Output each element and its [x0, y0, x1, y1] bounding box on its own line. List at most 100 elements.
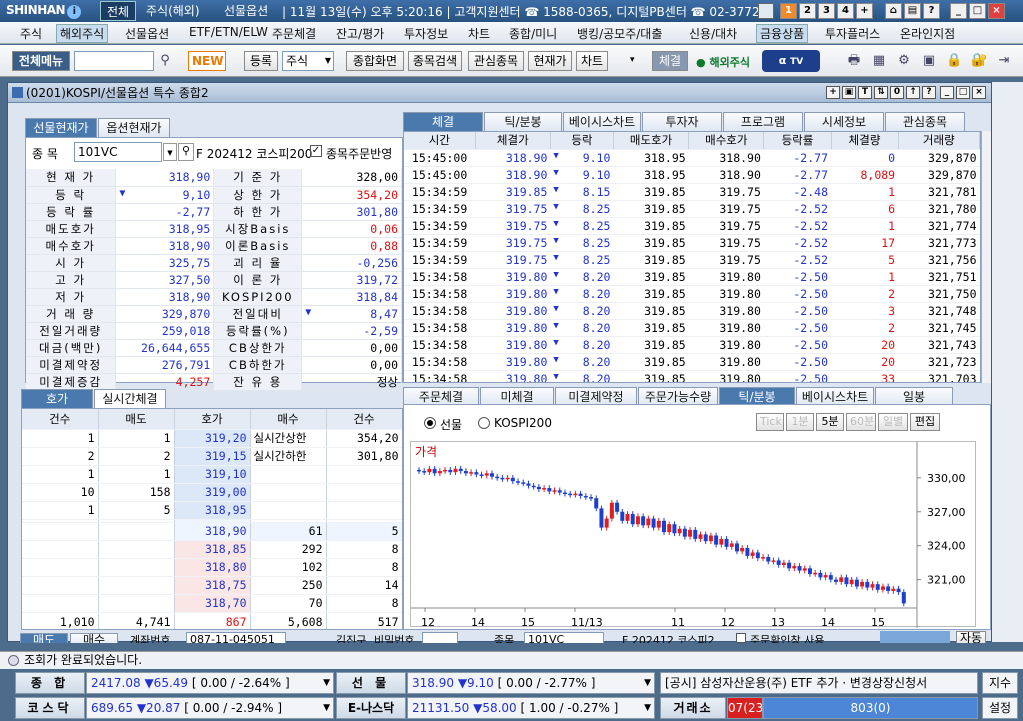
enasdaq-dropdown-icon[interactable]: ▼ — [644, 698, 651, 718]
trades-tab-4[interactable]: 프로그램 — [723, 112, 803, 131]
trade-row[interactable]: 15:34:58 319.80 ▼ 8.20 319.85 319.80 -2.50 2 321… — [404, 319, 980, 337]
ask-row[interactable]: 1 1 319,10 — [22, 465, 402, 484]
help-icon[interactable]: ? — [923, 3, 940, 19]
period-button-2[interactable]: 5분 — [816, 413, 844, 431]
menu-mini[interactable]: 종합/미니 — [509, 25, 557, 42]
password-input[interactable] — [422, 632, 458, 643]
menu-stock[interactable]: 주식 — [20, 25, 42, 42]
code-dropdown-icon[interactable]: ▼ — [163, 143, 177, 161]
workspace-add-button[interactable]: + — [856, 3, 873, 19]
chart-button[interactable]: 차트 — [576, 51, 608, 71]
radio-kospi200[interactable] — [478, 417, 490, 429]
watchlist-button[interactable]: 관심종목 — [468, 51, 524, 71]
menu-futures-options[interactable]: 선물옵션 — [125, 25, 169, 42]
window-layout-icon[interactable]: ▣ — [921, 53, 937, 69]
tab-sell[interactable]: 매도 — [20, 633, 68, 643]
lock-alt-icon[interactable]: 🔐 — [971, 53, 987, 69]
kospi-ticker[interactable]: 2417.08 ▼65.49 [ 0.00 / -2.64% ] ▼ — [86, 672, 334, 694]
current-price-button[interactable]: 현재가 — [528, 51, 572, 71]
index-button[interactable]: 지수 — [982, 672, 1018, 694]
window-help-icon[interactable]: ? — [922, 86, 936, 99]
tab-orderbook[interactable]: 호가 — [21, 389, 93, 408]
trades-header[interactable]: 등락 — [550, 132, 614, 150]
order-code-input[interactable]: 101VC — [524, 632, 604, 643]
menu-invest-info[interactable]: 투자정보 — [404, 25, 448, 42]
code-search-icon[interactable]: ⚲ — [178, 143, 194, 161]
bid-price[interactable]: 318,70 — [174, 594, 251, 613]
top-tab-futures[interactable]: 선물옵션 — [218, 1, 274, 21]
text-icon[interactable]: T — [858, 86, 872, 99]
link-icon[interactable]: ▣ — [842, 86, 856, 99]
futures-dropdown-icon[interactable]: ▼ — [644, 673, 651, 693]
menu-banking[interactable]: 뱅킹/공모주/대출 — [577, 25, 662, 42]
menu-invest-plus[interactable]: 투자플러스 — [825, 25, 880, 42]
menu-financial-products[interactable]: 금융상품 — [756, 24, 809, 43]
order-action-area[interactable] — [880, 631, 950, 643]
lock-icon[interactable]: 🔒 — [946, 53, 962, 69]
period-button-0[interactable]: Tick — [756, 413, 784, 431]
add-icon[interactable]: + — [826, 86, 840, 99]
settings-button[interactable]: 설정 — [982, 697, 1018, 719]
pin-icon[interactable]: ⇅ — [874, 86, 888, 99]
asset-type-select[interactable]: 주식 ▼ — [282, 51, 334, 71]
ask-row[interactable]: 2 2 319,15 실시간하한 301,80 — [22, 447, 402, 466]
enasdaq-ticker[interactable]: 21131.50 ▼58.00 [ 1.00 / -0.27% ] ▼ — [407, 697, 655, 719]
ask-price[interactable]: 318,95 — [174, 501, 251, 520]
trades-tab-0[interactable]: 체결 — [403, 112, 483, 131]
trade-row[interactable]: 15:45:00 318.90 ▼ 9.10 318.95 318.90 -2.77 0 329… — [404, 149, 980, 167]
overview-button[interactable]: 종합화면 — [346, 51, 404, 71]
top-tab-overseas[interactable]: 주식(해외) — [140, 1, 206, 21]
trade-row[interactable]: 15:34:59 319.75 ▼ 8.25 319.85 319.75 -2.52 1 321… — [404, 217, 980, 235]
chevron-down-icon[interactable]: ▾ — [630, 55, 635, 65]
top-tab-all[interactable]: 전체 — [100, 1, 137, 21]
radio-futures[interactable] — [424, 417, 436, 429]
period-button-4[interactable]: 일별 — [878, 413, 908, 431]
close-icon[interactable]: × — [988, 3, 1005, 19]
trades-tab-2[interactable]: 베이시스차트 — [563, 112, 641, 131]
settings-icon[interactable]: ⚙ — [896, 53, 912, 69]
reflect-checkbox[interactable]: ✓ — [310, 145, 322, 157]
restore-icon[interactable]: □ — [969, 3, 986, 19]
fill-button[interactable]: 체결 — [652, 51, 688, 71]
code-input[interactable]: 101VC — [74, 142, 162, 162]
trades-header[interactable]: 매도호가 — [613, 132, 690, 150]
trades-header[interactable]: 등락률 — [763, 132, 832, 150]
menu-etf[interactable]: ETF/ETN/ELW — [189, 25, 268, 39]
zero-icon[interactable]: 0 — [890, 86, 904, 99]
kospi-dropdown-icon[interactable]: ▼ — [323, 673, 330, 693]
trade-row[interactable]: 15:34:58 319.80 ▼ 8.20 319.85 319.80 -2.50 3 321… — [404, 302, 980, 320]
workspace-4-button[interactable]: 4 — [837, 3, 854, 19]
bid-row[interactable]: 318,85 292 8 — [22, 540, 402, 559]
home-icon[interactable]: ⌂ — [885, 3, 902, 19]
news-ticker[interactable]: [공시] 삼성자산운용(주) ETF 추가 · 변경상장신청서 — [660, 672, 978, 694]
minimize-icon[interactable]: _ — [950, 3, 967, 19]
screen-search-input[interactable] — [74, 51, 154, 71]
trades-tab-5[interactable]: 시세정보 — [804, 112, 884, 131]
trade-row[interactable]: 15:34:58 319.80 ▼ 8.20 319.85 319.80 -2.50 33 32… — [404, 370, 980, 382]
order-confirm-checkbox[interactable] — [736, 633, 746, 643]
futures-ticker[interactable]: 318.90 ▼9.10 [ 0.00 / -2.77% ] ▼ — [407, 672, 655, 694]
search-icon[interactable]: ⚲ — [157, 53, 173, 69]
menu-order-fill[interactable]: 주문체결 — [272, 25, 316, 42]
bid-price[interactable]: 318,80 — [174, 558, 251, 577]
trade-row[interactable]: 15:34:58 319.80 ▼ 8.20 319.85 319.80 -2.50 20 32… — [404, 353, 980, 371]
trades-header[interactable]: 매수호가 — [688, 132, 765, 150]
ask-price[interactable]: 319,10 — [174, 465, 251, 484]
trade-row[interactable]: 15:34:58 319.80 ▼ 8.20 319.85 319.80 -2.50 20 32… — [404, 336, 980, 354]
ask-row[interactable]: 10 158 319,00 — [22, 483, 402, 502]
trade-row[interactable]: 15:34:59 319.75 ▼ 8.25 319.85 319.75 -2.52 6 321… — [404, 200, 980, 218]
monitor-icon[interactable] — [758, 3, 774, 19]
trades-tab-3[interactable]: 투자자 — [642, 112, 722, 131]
workspace-2-button[interactable]: 2 — [799, 3, 816, 19]
account-input[interactable]: 087-11-045051 — [186, 632, 286, 643]
trades-header[interactable]: 거래량 — [898, 132, 980, 150]
window-close-icon[interactable]: × — [972, 86, 986, 99]
all-menu-button[interactable]: 전체메뉴 — [12, 51, 70, 71]
ask-price[interactable]: 319,20 — [174, 429, 251, 448]
trades-header[interactable]: 시간 — [404, 132, 476, 150]
candle-chart[interactable]: 가격 330,00 327,00 324,00 321,00 12 14 15 11/13 11 1… — [410, 441, 976, 629]
bid-price[interactable]: 318,90 — [174, 522, 251, 541]
bid-price[interactable]: 318,85 — [174, 540, 251, 559]
bid-price[interactable]: 318,75 — [174, 576, 251, 595]
ask-price[interactable]: 319,15 — [174, 447, 251, 466]
